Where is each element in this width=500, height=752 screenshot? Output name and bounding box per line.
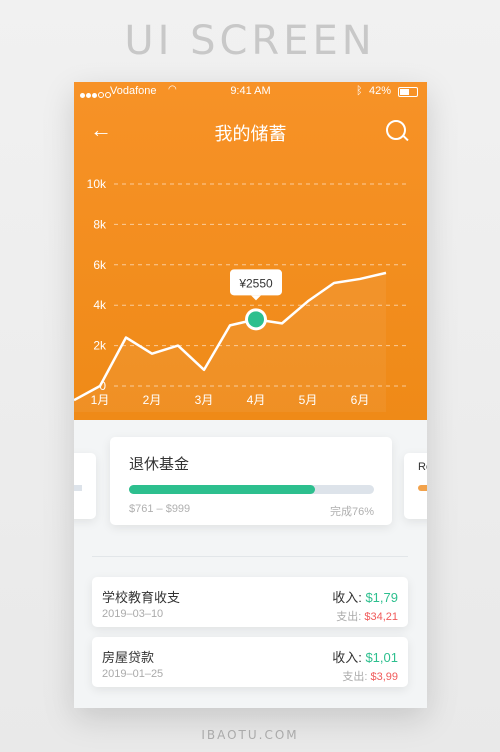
goal-progress-fill [129,485,316,494]
transaction-date: 2019–03–10 [102,608,164,620]
transaction-name: 学校教育收支 [102,590,181,605]
y-tick-label: 10k [87,177,107,191]
goal-progress-label: 完成76% [329,506,374,518]
nav-bar: ← 我的储蓄 [74,112,427,148]
goal-name: 退休基金 [129,456,190,473]
header-panel: Vodafone ◠ 9:41 AM ᛒ 42% ← 我的储蓄 02k4k6k8… [74,82,427,420]
bluetooth-icon: ᛒ [356,85,363,97]
tooltip-pointer [251,295,261,301]
side-card-progress [418,485,427,491]
goal-card[interactable]: 退休基金 $761 – $999 完成76% [110,437,392,525]
side-card-progress [74,485,82,491]
income-value: $1,79 [365,590,398,605]
poster-title: UI SCREEN [124,18,376,64]
search-icon[interactable] [386,120,406,140]
expense-value: $3,99 [370,671,398,683]
footer-url: IBAOTU.COM [201,728,299,742]
phone-screen: Vodafone ◠ 9:41 AM ᛒ 42% ← 我的储蓄 02k4k6k8… [74,82,427,708]
income-value: $1,01 [365,650,398,665]
goal-progress-bar [129,485,374,494]
expense-value: $34,21 [364,611,398,623]
transaction-income: 收入: $1,01 [332,647,398,666]
transaction-name: 房屋贷款 [102,650,155,665]
transaction-row[interactable]: 房屋贷款 2019–01–25 收入: $1,01 支出: $3,99 [92,637,408,687]
highlight-point [248,311,264,328]
transaction-income: 收入: $1,79 [332,587,398,606]
battery-icon [398,87,418,97]
y-tick-label: 6k [93,258,107,272]
tooltip-label: ¥2550 [238,276,273,290]
series-area [74,272,386,412]
transaction-date: 2019–01–25 [102,668,164,680]
expense-label: 支出: [342,671,368,683]
divider [92,556,408,557]
goal-range: $761 – $999 [129,503,191,515]
status-bar: Vodafone ◠ 9:41 AM ᛒ 42% [74,82,427,102]
transaction-expense: 支出: $34,21 [336,608,398,624]
y-tick-label: 2k [93,339,107,353]
income-label: 收入: [332,590,362,605]
y-tick-label: 4k [93,298,107,312]
side-card-label: Re [418,461,427,473]
battery-percent: 42% [369,85,392,97]
page-title: 我的储蓄 [214,124,287,144]
side-card-left[interactable] [74,453,96,519]
transaction-row[interactable]: 学校教育收支 2019–03–10 收入: $1,79 支出: $34,21 [92,577,408,627]
expense-label: 支出: [336,611,362,623]
income-label: 收入: [332,650,362,665]
y-tick-label: 8k [93,217,107,231]
transaction-expense: 支出: $3,99 [342,668,398,684]
side-card-right[interactable]: Re [404,453,427,519]
savings-line-chart: 02k4k6k8k10k1月2月3月4月5月6月¥2550 [74,177,407,412]
